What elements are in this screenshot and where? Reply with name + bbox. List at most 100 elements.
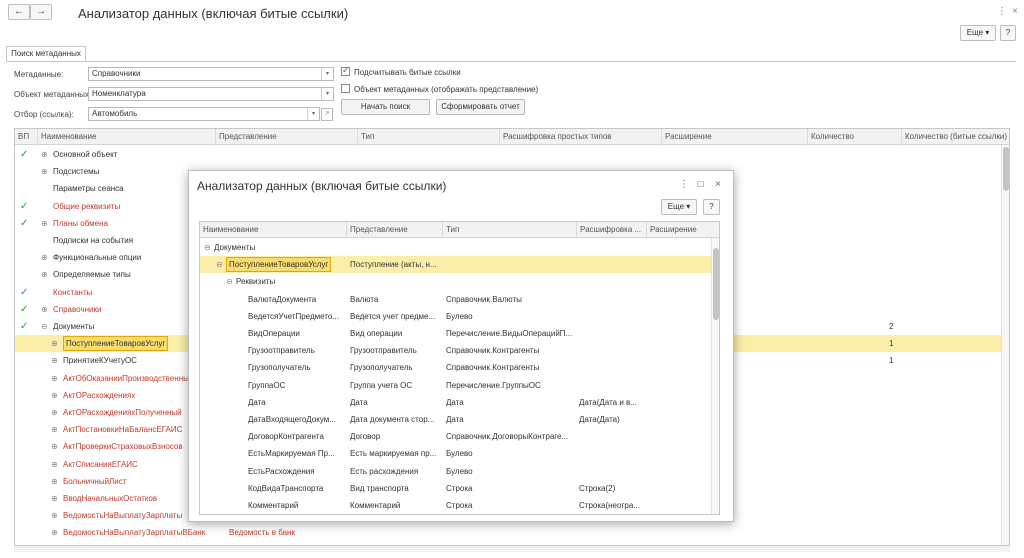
dcol-type[interactable]: Тип <box>442 222 576 238</box>
maximize-icon[interactable]: ☐ <box>697 180 704 189</box>
chevron-down-icon[interactable]: ▾ <box>307 108 319 120</box>
dcol-repr[interactable]: Представление <box>346 222 442 238</box>
expand-icon[interactable]: ⊖ <box>204 239 214 256</box>
dialog-row[interactable]: Дата Дата Дата Дата(Дата и в... <box>200 394 719 411</box>
expand-icon[interactable]: ⊕ <box>51 524 61 541</box>
col-vp[interactable]: ВП <box>15 129 37 145</box>
dialog-scroll-thumb[interactable] <box>713 248 719 320</box>
expand-icon[interactable]: ⊕ <box>41 163 51 180</box>
col-extension[interactable]: Расширение <box>661 129 807 145</box>
row-name-text: Справочники <box>53 304 102 314</box>
horizontal-scrollbar[interactable] <box>14 546 1010 552</box>
expand-icon[interactable] <box>41 198 51 215</box>
expand-icon[interactable] <box>41 284 51 301</box>
col-broken-count[interactable]: Количество (битые ссылки) <box>901 129 1009 145</box>
dialog-row[interactable]: Комментарий Комментарий Строка Строка(неогр… <box>200 497 719 514</box>
dialog-more-button[interactable]: Еще ▾ <box>661 199 697 215</box>
link-icon: ↗ <box>324 111 330 117</box>
vp-check-icon <box>20 163 36 180</box>
dialog-row[interactable]: ВедетсяУчетПредмето... Ведется учет предм… <box>200 308 719 325</box>
expand-icon[interactable]: ⊕ <box>51 421 61 438</box>
dialog-row[interactable]: Грузополучатель Грузополучатель Справочник… <box>200 359 719 376</box>
count-broken-checkbox[interactable] <box>341 65 350 76</box>
dialog-row[interactable]: ДатаВходящегоДокум... Дата документа стор… <box>200 411 719 428</box>
dialog-row-type: Дата <box>446 397 464 407</box>
col-decode[interactable]: Расшифровка простых типов <box>499 129 661 145</box>
dialog-row[interactable]: ДоговорКонтрагента Договор Справочник.Дого… <box>200 428 719 445</box>
chevron-down-icon[interactable]: ▾ <box>321 68 333 80</box>
show-repr-checkbox[interactable] <box>341 84 350 93</box>
expand-icon[interactable]: ⊕ <box>51 473 61 490</box>
dialog-row-name-text: ГруппаОС <box>248 380 286 390</box>
scroll-thumb[interactable] <box>1003 147 1009 191</box>
expand-icon[interactable]: ⊖ <box>41 318 51 335</box>
expand-icon[interactable]: ⊕ <box>51 352 61 369</box>
dialog-row[interactable]: ВидОперации Вид операции Перечисление.Виды… <box>200 325 719 342</box>
object-select[interactable]: Номенклатура ▾ <box>88 87 334 101</box>
forward-button[interactable]: → <box>30 4 52 20</box>
vertical-scrollbar[interactable] <box>1001 145 1009 545</box>
kebab-icon[interactable]: ⋮ <box>679 179 689 190</box>
make-report-button[interactable]: Сформировать отчет <box>436 99 525 115</box>
close-icon[interactable]: × <box>1012 6 1018 17</box>
close-icon[interactable]: × <box>715 179 721 190</box>
vp-check-icon <box>20 335 36 352</box>
dialog-row[interactable]: ГруппаОС Группа учета ОС Перечисление.Груп… <box>200 377 719 394</box>
row-name-text: ПринятиеКУчетуОС <box>63 356 137 366</box>
kebab-icon[interactable]: ⋮ <box>997 6 1007 17</box>
dialog-row[interactable]: ⊖ Документы <box>200 239 719 256</box>
open-link-button[interactable]: ↗ <box>321 108 333 121</box>
expand-icon[interactable]: ⊕ <box>51 387 61 404</box>
help-button[interactable]: ? <box>1000 25 1016 41</box>
dialog-help-button[interactable]: ? <box>703 199 720 215</box>
dialog-row-name-text: ЕстьРасхождения <box>248 466 315 476</box>
expand-icon[interactable]: ⊕ <box>41 301 51 318</box>
col-type[interactable]: Тип <box>357 129 499 145</box>
dcol-name[interactable]: Наименование <box>200 222 346 238</box>
expand-icon[interactable]: ⊕ <box>41 146 51 163</box>
dialog-row-name-text: Комментарий <box>248 501 299 510</box>
metadata-label: Метаданные: <box>14 70 64 79</box>
tab-metadata-search[interactable]: Поиск метаданных <box>6 46 86 61</box>
expand-icon[interactable]: ⊖ <box>216 256 226 273</box>
more-button[interactable]: Еще ▾ <box>960 25 996 41</box>
table-row[interactable]: ✓ ⊕ Основной объект <box>15 146 1009 163</box>
dialog-row[interactable]: ⊖ Реквизиты <box>200 273 719 290</box>
row-count <box>889 232 909 249</box>
back-button[interactable]: ← <box>8 4 30 20</box>
expand-icon[interactable]: ⊕ <box>51 404 61 421</box>
dialog-vertical-scrollbar[interactable] <box>711 238 719 514</box>
tab-divider <box>6 61 1016 62</box>
expand-icon[interactable]: ⊕ <box>51 335 61 352</box>
dcol-extension[interactable]: Расширение <box>646 222 713 238</box>
dialog-row[interactable]: ЕстьМаркируемая Пр... Есть маркируемая пр… <box>200 445 719 462</box>
dcol-decode[interactable]: Расшифровка ... <box>576 222 646 238</box>
vp-check-icon: ✓ <box>20 286 29 298</box>
dialog-row[interactable]: ЕстьРасхождения Есть расхождения Булево <box>200 463 719 480</box>
expand-icon[interactable] <box>41 180 51 197</box>
expand-icon[interactable]: ⊕ <box>51 490 61 507</box>
table-row[interactable]: ⊕ ВедомостьНаВыплатуЗарплатыВБанк Ведомост… <box>15 524 1009 541</box>
col-count[interactable]: Количество <box>807 129 901 145</box>
vp-check-icon <box>20 456 36 473</box>
dialog-row[interactable]: ⊖ ПоступлениеТоваровУслуг Поступление (акт… <box>200 256 719 274</box>
dialog-row[interactable]: КодВидаТранспорта Вид транспорта Строка Стр… <box>200 480 719 497</box>
dialog-row[interactable]: ВалютаДокумента Валюта Справочник.Валюты <box>200 291 719 308</box>
expand-icon[interactable] <box>41 232 51 249</box>
start-search-button[interactable]: Начать поиск <box>341 99 430 115</box>
expand-icon[interactable]: ⊕ <box>41 266 51 283</box>
chevron-down-icon[interactable]: ▾ <box>321 88 333 100</box>
expand-icon[interactable]: ⊕ <box>51 370 61 387</box>
expand-icon[interactable]: ⊕ <box>41 249 51 266</box>
dialog-row-decode <box>579 342 645 359</box>
expand-icon[interactable]: ⊕ <box>51 507 61 524</box>
expand-icon[interactable]: ⊕ <box>51 456 61 473</box>
expand-icon[interactable]: ⊕ <box>41 215 51 232</box>
dialog-row[interactable]: Грузоотправитель Грузоотправитель Справочн… <box>200 342 719 359</box>
filter-input[interactable]: Автомобиль ▾ <box>88 107 320 121</box>
expand-icon[interactable]: ⊕ <box>51 438 61 455</box>
col-name[interactable]: Наименование <box>37 129 215 145</box>
metadata-select[interactable]: Справочники ▾ <box>88 67 334 81</box>
col-repr[interactable]: Представление <box>215 129 357 145</box>
expand-icon[interactable]: ⊖ <box>226 273 236 290</box>
